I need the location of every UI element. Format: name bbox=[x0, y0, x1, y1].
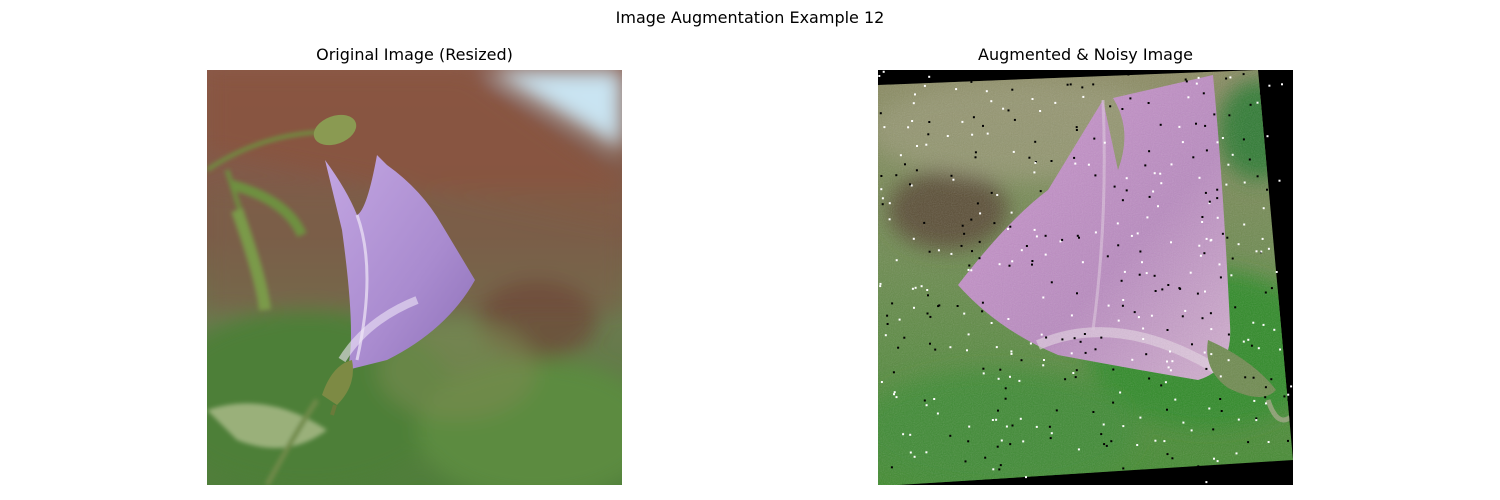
original-image-title: Original Image (Resized) bbox=[316, 45, 513, 64]
original-image-panel: Original Image (Resized) bbox=[207, 44, 622, 485]
figure-title: Image Augmentation Example 12 bbox=[615, 8, 885, 27]
augmented-image-panel: Augmented & Noisy Image bbox=[878, 44, 1293, 485]
original-flower-photo bbox=[207, 70, 622, 485]
figure: Image Augmentation Example 12 Original I… bbox=[0, 0, 1500, 500]
augmented-flower-photo bbox=[878, 70, 1293, 485]
original-image bbox=[207, 70, 622, 485]
augmented-image bbox=[878, 70, 1293, 485]
augmented-image-title: Augmented & Noisy Image bbox=[978, 45, 1193, 64]
